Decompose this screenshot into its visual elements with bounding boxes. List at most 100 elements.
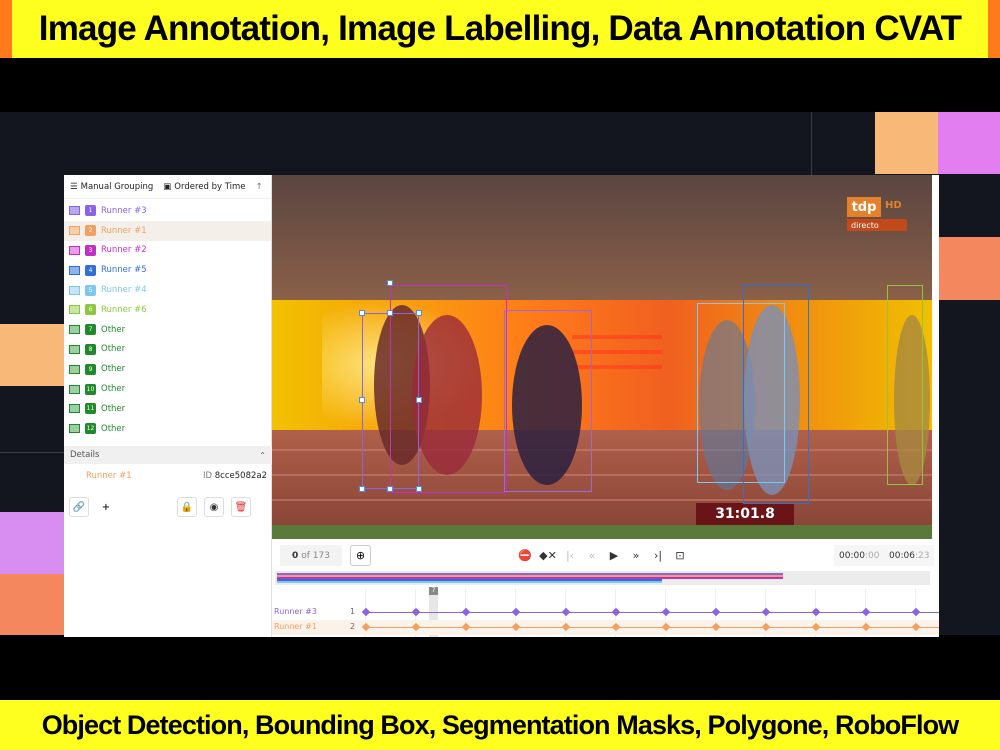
object-label: Other — [101, 423, 126, 434]
keyframe[interactable] — [461, 622, 471, 632]
keyframe[interactable] — [361, 607, 371, 617]
resize-handle[interactable] — [416, 397, 422, 403]
flag-icon — [69, 245, 80, 255]
video-canvas[interactable]: tdp HD directo 31:01.8 — [272, 175, 932, 539]
resize-handle[interactable] — [387, 486, 393, 492]
clear-keyframe-button[interactable]: ◆✕ — [539, 547, 557, 563]
ordering-toggle[interactable]: ▣ Ordered by Time — [163, 182, 245, 192]
object-item[interactable]: 11 Other — [64, 399, 271, 419]
keyframe[interactable] — [861, 607, 871, 617]
keyframe[interactable] — [911, 607, 921, 617]
add-button[interactable]: + — [96, 497, 116, 517]
trash-icon: 🗑 — [234, 501, 248, 513]
object-label: Runner #4 — [101, 285, 147, 296]
object-number-badge: 6 — [85, 304, 96, 316]
object-item[interactable]: 10 Other — [64, 379, 271, 399]
deco-square-pink-left — [0, 512, 64, 574]
keyframe[interactable] — [611, 607, 621, 617]
resize-handle[interactable] — [416, 486, 422, 492]
frame-number-input[interactable]: 0 of 173 — [280, 545, 342, 566]
keyframe[interactable] — [661, 622, 671, 632]
keyframe[interactable] — [511, 607, 521, 617]
object-item[interactable]: 6 Runner #6 — [64, 300, 271, 320]
timeline-cursor-label: 7 — [429, 587, 438, 595]
keyframe[interactable] — [761, 607, 771, 617]
player-controls: 0 of 173 ⊕ ⛔ ◆✕ |‹ « ▶ » ›| ⊡ 00:00:00 0… — [272, 539, 939, 573]
stop-record-button[interactable]: ⛔ — [517, 547, 533, 563]
zoom-button[interactable]: ⊕ — [350, 545, 371, 566]
object-label: Other — [101, 403, 126, 414]
object-label: Other — [101, 364, 126, 375]
flag-icon — [69, 285, 80, 295]
resize-handle[interactable] — [387, 280, 393, 286]
keyframe[interactable] — [461, 607, 471, 617]
chevron-icon[interactable]: ⌃ — [259, 451, 266, 460]
object-item[interactable]: 8 Other — [64, 340, 271, 360]
keyframe[interactable] — [811, 607, 821, 617]
play-icon: ▶ — [609, 548, 619, 562]
object-number-badge: 2 — [85, 225, 96, 237]
grouping-toggle[interactable]: ☰ Manual Grouping — [70, 182, 153, 192]
keyframe[interactable] — [561, 622, 571, 632]
grouping-label: Manual Grouping — [80, 181, 154, 192]
bbox-runner-5[interactable] — [743, 284, 809, 504]
lock-button[interactable]: 🔒 — [177, 497, 197, 517]
keyframe-timeline[interactable]: 7 Runner #3 1 Runner #1 2 — [272, 587, 939, 637]
object-item[interactable]: 9 Other — [64, 359, 271, 379]
delete-button[interactable]: 🗑 — [231, 497, 251, 517]
keyframe[interactable] — [761, 622, 771, 632]
flag-icon — [69, 404, 80, 414]
details-row: Runner #1 ID 8cce5082a2 — [64, 467, 272, 485]
bbox-runner-6[interactable] — [887, 285, 923, 485]
object-list: 1 Runner #3 2 Runner #1 3 Runner #2 4 Ru… — [64, 199, 271, 439]
flag-icon — [69, 305, 80, 315]
keyframe[interactable] — [911, 622, 921, 632]
keyframe[interactable] — [711, 622, 721, 632]
link-icon: 🔗 — [72, 501, 86, 513]
keyframe[interactable] — [561, 607, 571, 617]
next-frame-button[interactable]: » — [628, 547, 644, 563]
object-item[interactable]: 7 Other — [64, 320, 271, 340]
object-item[interactable]: 5 Runner #4 — [64, 280, 271, 300]
first-frame-button[interactable]: |‹ — [562, 547, 578, 563]
object-number-badge: 7 — [85, 324, 96, 336]
sort-arrow-icon[interactable]: ↑ — [256, 182, 263, 192]
resize-handle[interactable] — [387, 310, 393, 316]
keyframe[interactable] — [611, 622, 621, 632]
keyframe[interactable] — [361, 622, 371, 632]
bbox-runner-1-selected[interactable] — [362, 313, 419, 489]
object-number-badge: 4 — [85, 264, 96, 276]
keyframe[interactable] — [411, 622, 421, 632]
object-item[interactable]: 4 Runner #5 — [64, 260, 271, 280]
resize-handle[interactable] — [359, 310, 365, 316]
resize-handle[interactable] — [359, 486, 365, 492]
scrub-bar[interactable] — [275, 571, 930, 585]
bbox-other[interactable] — [504, 310, 592, 492]
resize-handle[interactable] — [359, 397, 365, 403]
object-item[interactable]: 12 Other — [64, 419, 271, 439]
resize-handle[interactable] — [416, 310, 422, 316]
visibility-button[interactable]: ◉ — [204, 497, 224, 517]
keyframe[interactable] — [511, 622, 521, 632]
details-panel-header[interactable]: Details ⌃ — [64, 446, 272, 464]
keyframe[interactable] — [711, 607, 721, 617]
object-item-selected[interactable]: 2 Runner #1 — [64, 220, 271, 241]
flag-icon — [69, 344, 80, 354]
keyframe[interactable] — [411, 607, 421, 617]
previous-frame-button[interactable]: « — [584, 547, 600, 563]
diamond-cross-icon: ◆✕ — [539, 548, 557, 562]
objects-sidebar: ☰ Manual Grouping ▣ Ordered by Time ↑ 1 … — [64, 175, 272, 637]
flag-icon — [69, 384, 80, 394]
keyframe[interactable] — [661, 607, 671, 617]
keyframe[interactable] — [861, 622, 871, 632]
timeline-toggle-button[interactable]: ⊡ — [672, 547, 688, 563]
link-button[interactable]: 🔗 — [69, 497, 89, 517]
object-item[interactable]: 1 Runner #3 — [64, 201, 271, 221]
keyframe[interactable] — [811, 622, 821, 632]
no-entry-icon: ⛔ — [518, 548, 532, 562]
object-item[interactable]: 3 Runner #2 — [64, 241, 271, 261]
play-button[interactable]: ▶ — [606, 547, 622, 563]
bottom-banner: Object Detection, Bounding Box, Segmenta… — [0, 700, 1000, 750]
last-frame-button[interactable]: ›| — [650, 547, 666, 563]
frame-total: of 173 — [301, 550, 330, 561]
